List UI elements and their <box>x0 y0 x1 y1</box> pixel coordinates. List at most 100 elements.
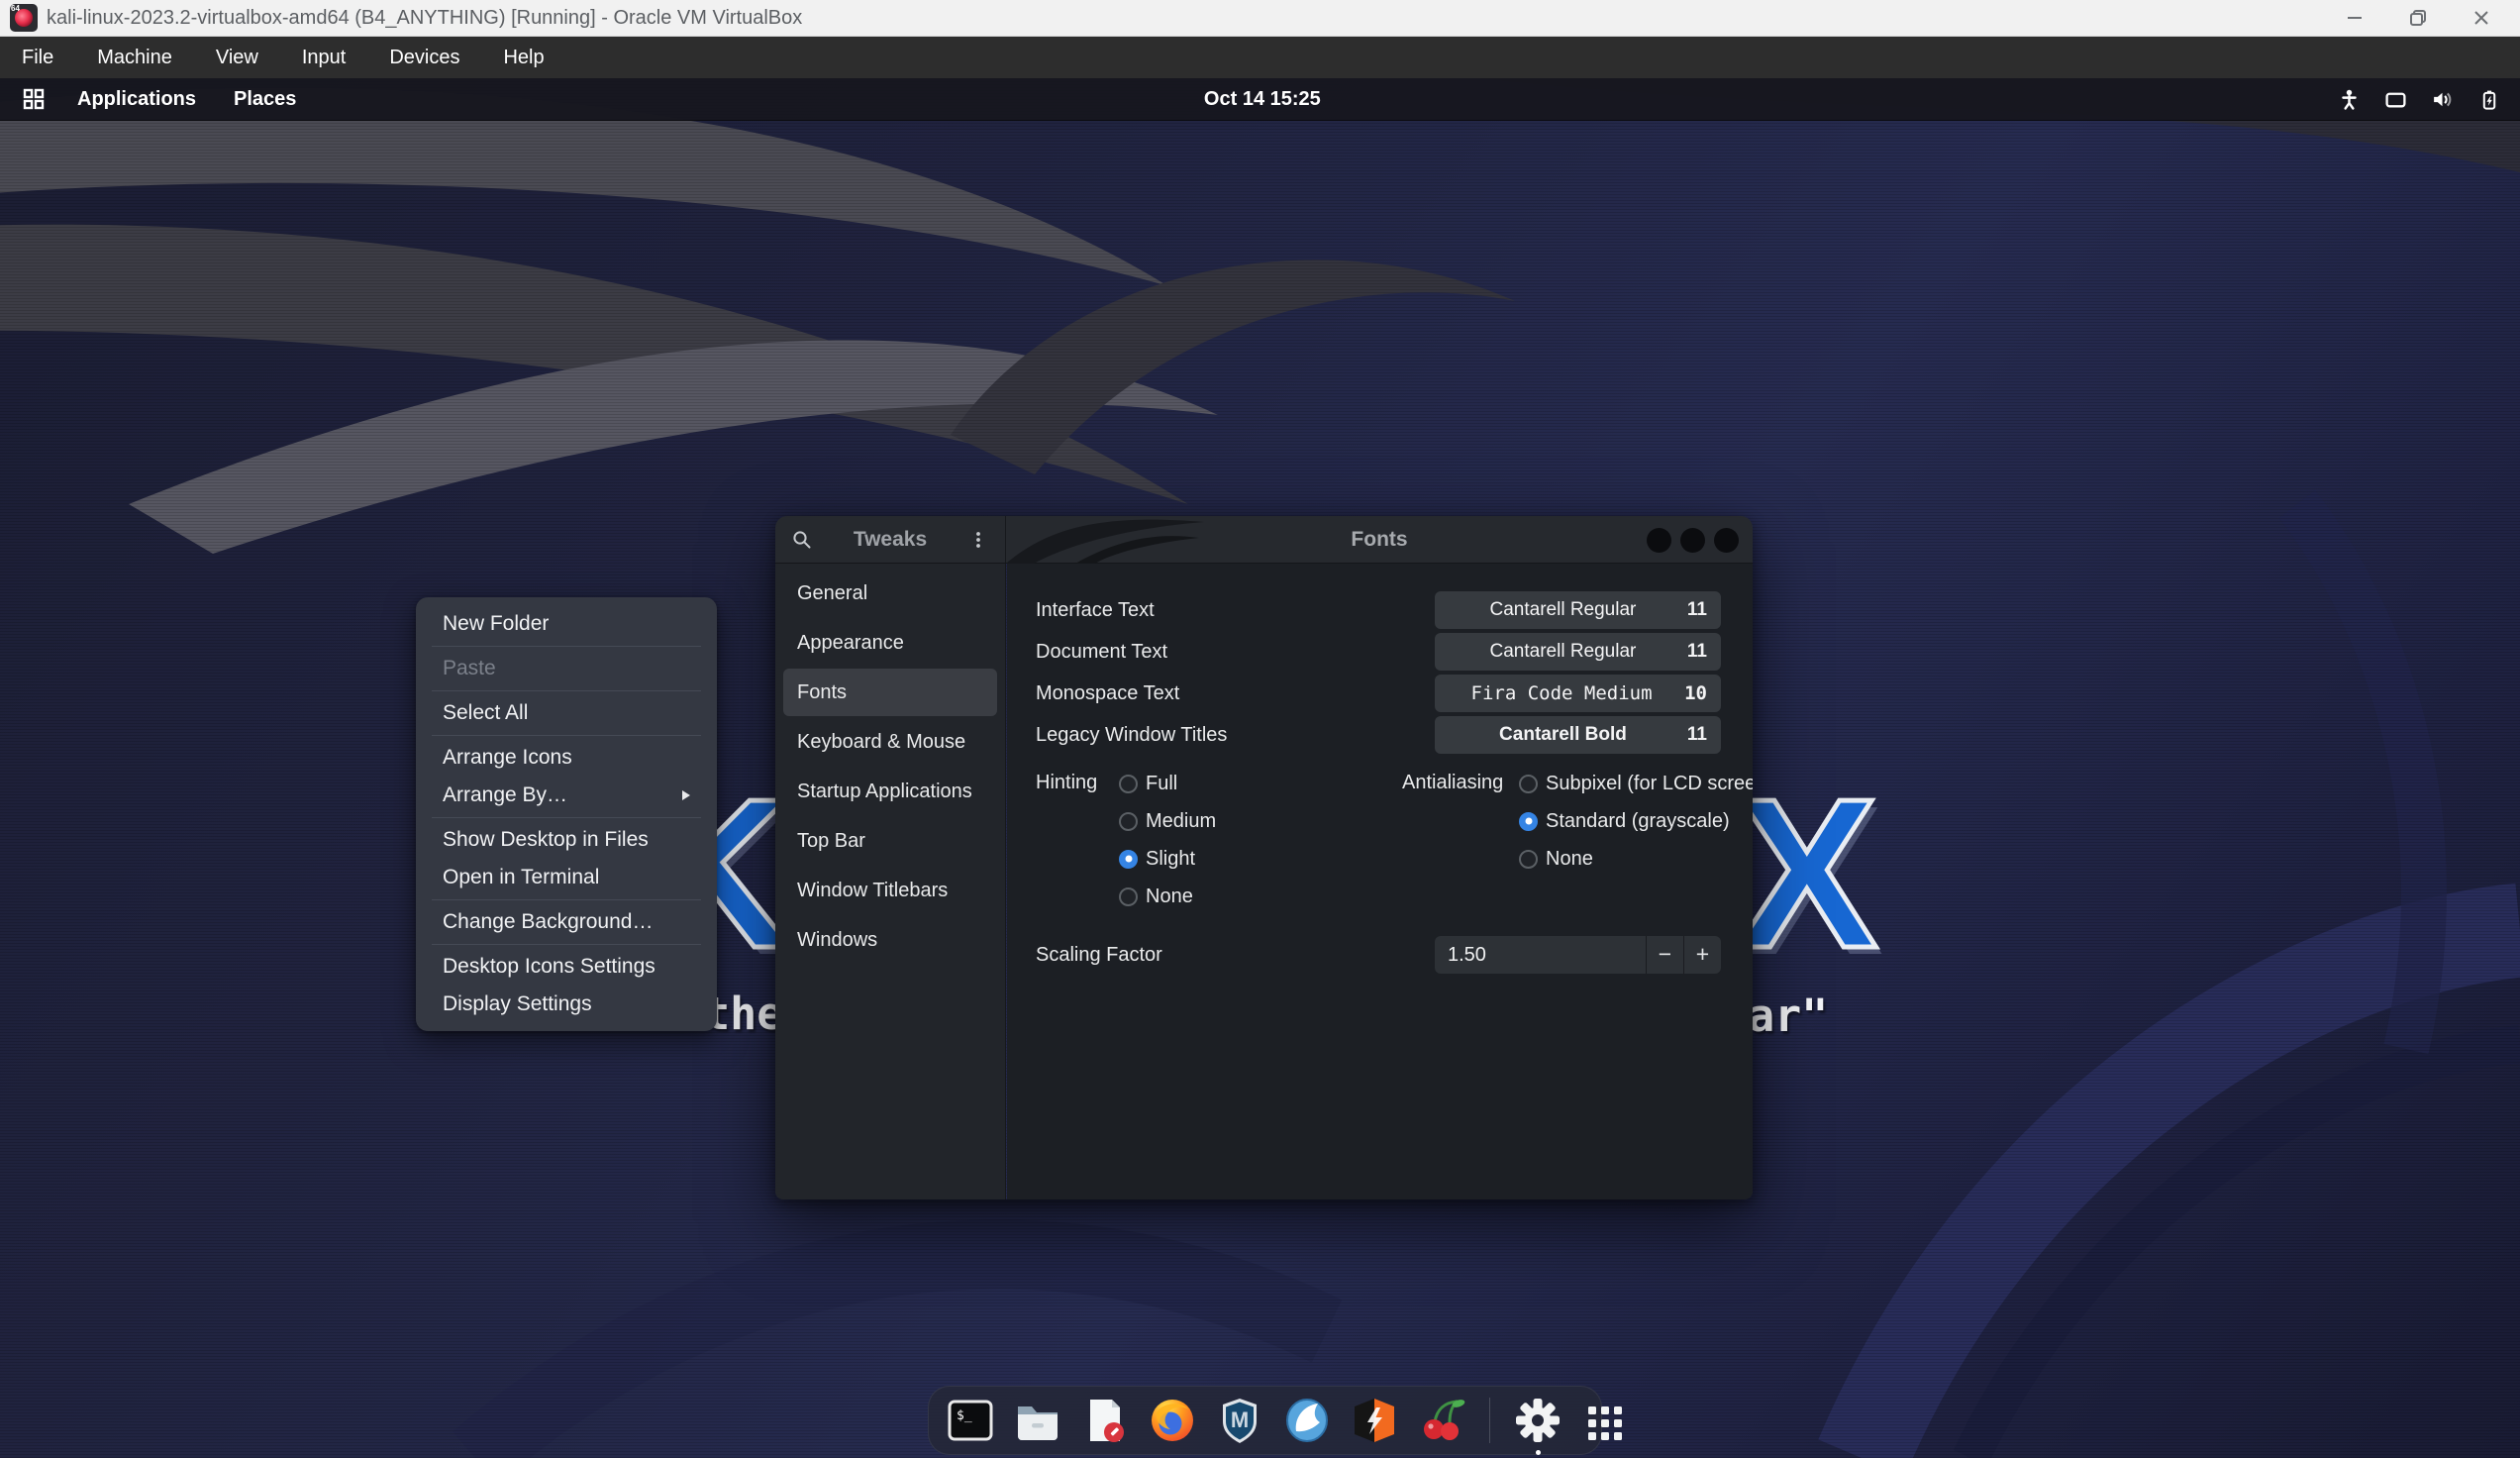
applications-menu[interactable]: Applications <box>63 78 210 121</box>
menu-item-new-folder[interactable]: New Folder <box>416 605 717 643</box>
menu-devices[interactable]: Devices <box>389 47 459 69</box>
submenu-arrow-icon <box>682 790 690 800</box>
dock-terminal[interactable]: $_ <box>945 1395 996 1446</box>
menu-item-desktop-icons-settings[interactable]: Desktop Icons Settings <box>416 948 717 986</box>
radio-label: Full <box>1146 773 1177 795</box>
window-button-2[interactable] <box>1680 528 1705 553</box>
dock-firefox[interactable] <box>1147 1395 1198 1446</box>
dock-burpsuite[interactable] <box>1349 1395 1400 1446</box>
window-button-3[interactable] <box>1714 528 1739 553</box>
radio-icon-selected <box>1119 850 1138 869</box>
font-size: 10 <box>1684 682 1707 704</box>
dragon-watermark <box>1006 516 1204 564</box>
restore-button[interactable] <box>2405 5 2431 31</box>
menu-file[interactable]: File <box>22 47 53 69</box>
radio-hinting-medium[interactable]: Medium <box>1119 806 1216 836</box>
font-name: Cantarell Regular <box>1449 599 1677 621</box>
running-indicator <box>1536 1450 1541 1455</box>
menu-item-select-all[interactable]: Select All <box>416 694 717 732</box>
accessibility-button[interactable] <box>2338 88 2361 111</box>
dock-app-grid[interactable] <box>1579 1395 1631 1446</box>
font-row-monospace: Monospace Text Fira Code Medium 10 <box>1007 675 1753 712</box>
menu-item-display-settings[interactable]: Display Settings <box>416 986 717 1023</box>
menu-item-show-desktop-in-files[interactable]: Show Desktop in Files <box>416 821 717 859</box>
sidebar-item-windows[interactable]: Windows <box>783 916 997 964</box>
volume-button[interactable] <box>2431 88 2454 111</box>
close-button[interactable] <box>2469 5 2494 31</box>
menu-divider <box>432 944 701 945</box>
dock-cherrytree[interactable] <box>1416 1395 1467 1446</box>
radio-label: Subpixel (for LCD screens) <box>1546 773 1753 795</box>
clock[interactable]: Oct 14 15:25 <box>1204 78 1321 121</box>
tweaks-headerbar-left: Tweaks <box>775 516 1006 563</box>
dock-text-editor[interactable] <box>1079 1395 1131 1446</box>
legacy-titles-font-button[interactable]: Cantarell Bold 11 <box>1435 716 1721 754</box>
radio-icon-selected <box>1519 812 1538 831</box>
battery-button[interactable] <box>2477 88 2500 111</box>
places-menu[interactable]: Places <box>220 78 310 121</box>
dock-files[interactable] <box>1012 1395 1063 1446</box>
radio-label: Slight <box>1146 848 1195 871</box>
monospace-font-button[interactable]: Fira Code Medium 10 <box>1435 675 1721 712</box>
vm-64bit-badge: 64 <box>11 4 20 13</box>
desktop[interactable]: K X "the ear" Applications Places Oct 14… <box>0 78 2520 1458</box>
font-size: 11 <box>1687 724 1707 746</box>
scaling-factor-spinbox: 1.50 − + <box>1435 936 1721 974</box>
kebab-menu-button[interactable] <box>963 525 993 555</box>
increment-button[interactable]: + <box>1683 936 1721 974</box>
search-button[interactable] <box>787 525 817 555</box>
interface-font-button[interactable]: Cantarell Regular 11 <box>1435 591 1721 629</box>
menu-machine[interactable]: Machine <box>97 47 172 69</box>
sidebar-item-top-bar[interactable]: Top Bar <box>783 817 997 865</box>
sidebar-item-general[interactable]: General <box>783 570 997 617</box>
top-bar-left: Applications Places <box>0 78 310 121</box>
menu-item-change-background[interactable]: Change Background… <box>416 903 717 941</box>
tweaks-headerbar[interactable]: Tweaks Fonts <box>775 516 1753 564</box>
radio-aa-none[interactable]: None <box>1519 844 1593 874</box>
radio-icon <box>1519 850 1538 869</box>
accessibility-icon <box>2338 88 2361 111</box>
radio-aa-standard[interactable]: Standard (grayscale) <box>1519 806 1730 836</box>
display-status-button[interactable] <box>2384 88 2407 111</box>
dock-settings[interactable] <box>1512 1395 1563 1446</box>
document-font-button[interactable]: Cantarell Regular 11 <box>1435 633 1721 671</box>
hinting-label: Hinting <box>1036 772 1097 794</box>
overview-grid-button[interactable] <box>14 78 53 121</box>
minimize-button[interactable] <box>2342 5 2368 31</box>
radio-icon <box>1519 775 1538 793</box>
menu-view[interactable]: View <box>216 47 258 69</box>
sidebar-item-fonts[interactable]: Fonts <box>783 669 997 716</box>
radio-label: Standard (grayscale) <box>1546 810 1730 833</box>
metasploit-shield-icon: M <box>1214 1395 1265 1446</box>
menu-item-arrange-icons[interactable]: Arrange Icons <box>416 739 717 777</box>
menu-divider <box>432 899 701 900</box>
sidebar-item-keyboard-mouse[interactable]: Keyboard & Mouse <box>783 718 997 766</box>
settings-gear-icon <box>1512 1395 1563 1446</box>
dock-metasploit[interactable]: M <box>1214 1395 1265 1446</box>
volume-icon <box>2431 88 2454 111</box>
sidebar-item-appearance[interactable]: Appearance <box>783 619 997 667</box>
text-editor-icon <box>1079 1395 1131 1446</box>
radio-hinting-full[interactable]: Full <box>1119 769 1177 798</box>
dock-wireshark[interactable] <box>1281 1395 1333 1446</box>
window-controls <box>1647 516 1739 564</box>
radio-hinting-none[interactable]: None <box>1119 882 1193 911</box>
menu-help[interactable]: Help <box>503 47 544 69</box>
menu-input[interactable]: Input <box>302 47 346 69</box>
decrement-button[interactable]: − <box>1646 936 1683 974</box>
tweaks-app-title: Tweaks <box>817 528 963 552</box>
radio-hinting-slight[interactable]: Slight <box>1119 844 1195 874</box>
desktop-context-menu: New Folder Paste Select All Arrange Icon… <box>416 597 717 1031</box>
svg-text:M: M <box>1231 1407 1249 1432</box>
scaling-factor-value[interactable]: 1.50 <box>1435 936 1646 974</box>
sidebar-item-window-titlebars[interactable]: Window Titlebars <box>783 867 997 914</box>
row-label: Interface Text <box>1036 591 1155 629</box>
page-title: Fonts <box>1351 528 1407 552</box>
cherrytree-icon <box>1416 1395 1467 1446</box>
window-button-1[interactable] <box>1647 528 1671 553</box>
radio-aa-subpixel[interactable]: Subpixel (for LCD screens) <box>1519 769 1753 798</box>
menu-item-arrange-by[interactable]: Arrange By… <box>416 777 717 814</box>
radio-label: Medium <box>1146 810 1216 833</box>
sidebar-item-startup-applications[interactable]: Startup Applications <box>783 768 997 815</box>
menu-item-open-in-terminal[interactable]: Open in Terminal <box>416 859 717 896</box>
